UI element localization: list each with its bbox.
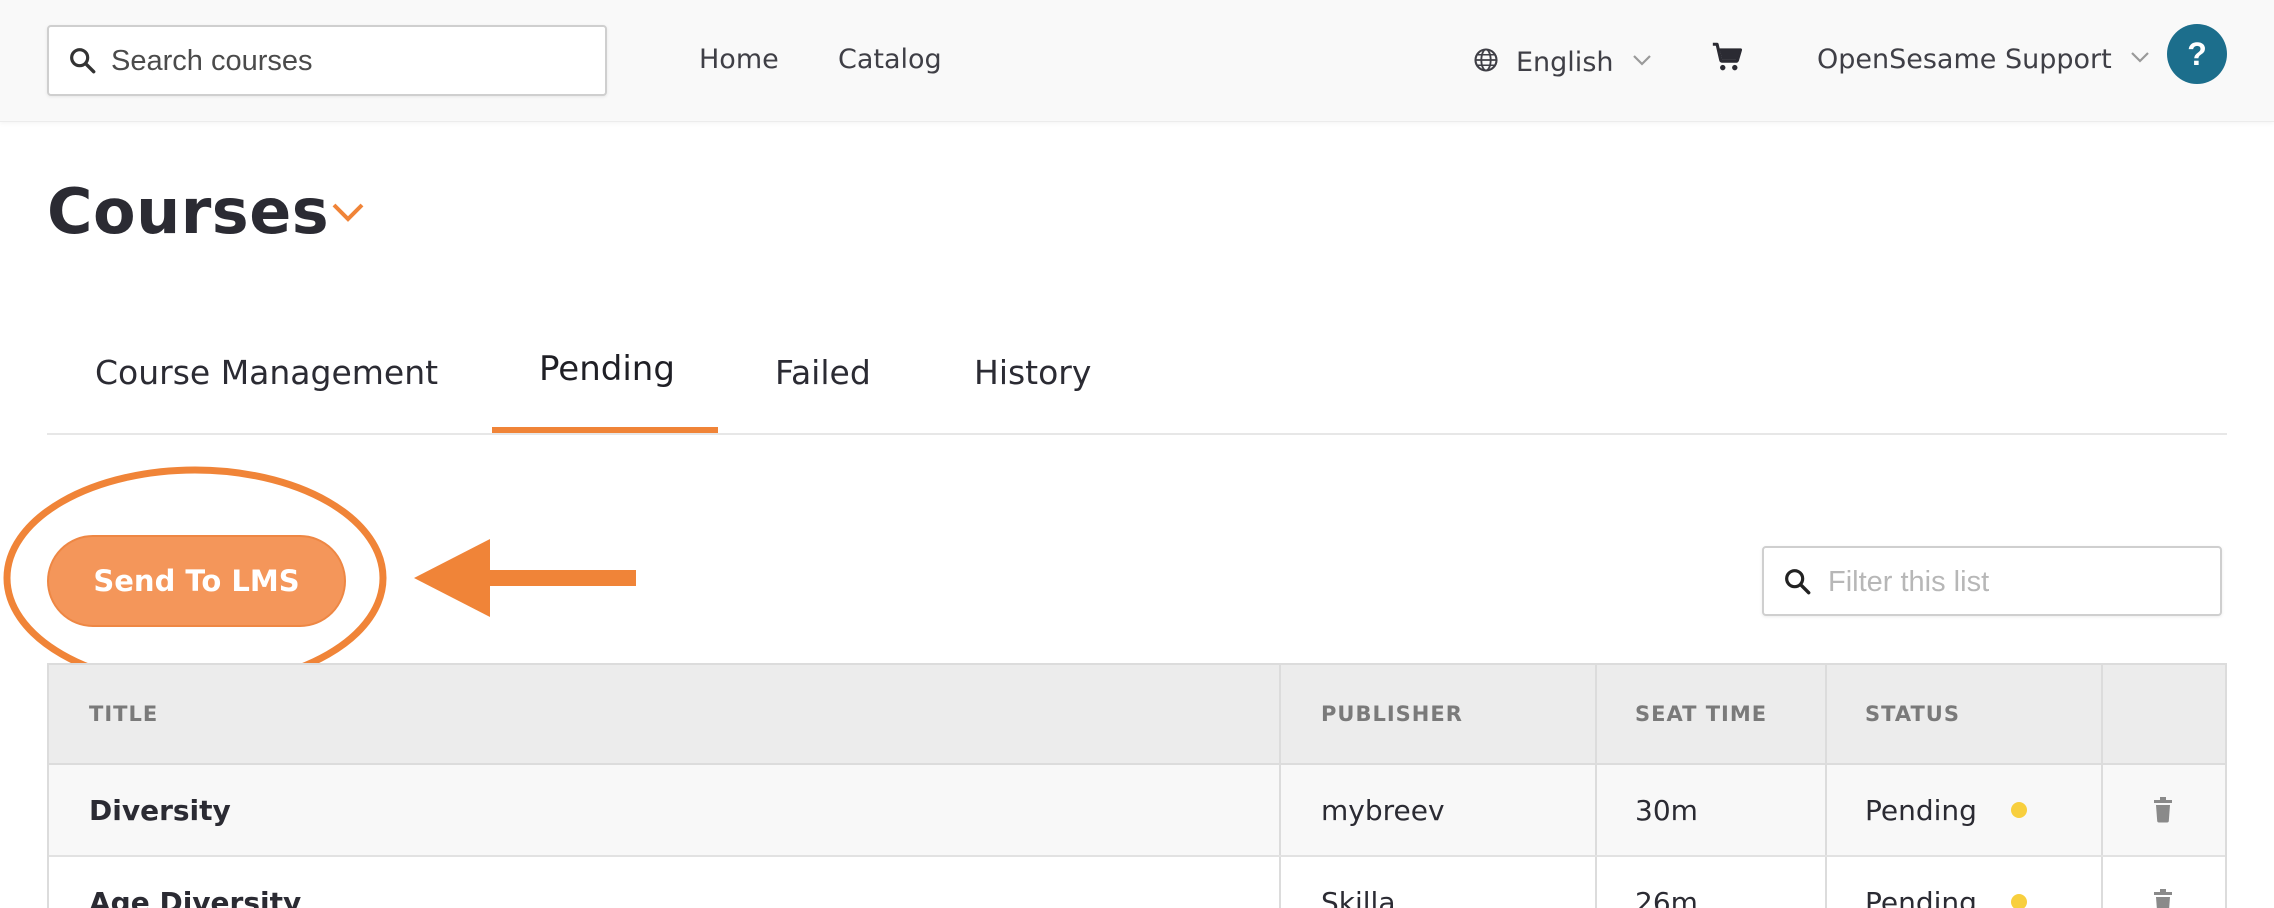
globe-icon: [1472, 46, 1500, 79]
course-search[interactable]: [47, 25, 607, 96]
chevron-down-icon[interactable]: [330, 200, 366, 229]
filter-list[interactable]: [1762, 546, 2222, 616]
user-menu-label: OpenSesame Support: [1817, 44, 2112, 75]
course-status: Pending: [1865, 857, 2027, 908]
cart-icon[interactable]: [1710, 40, 1744, 79]
courses-table: TITLE PUBLISHER SEAT TIME STATUS Diversi…: [47, 663, 2227, 908]
nav-home[interactable]: Home: [699, 44, 779, 75]
tab-bar: Course Management Pending Failed History: [47, 325, 2227, 435]
course-title[interactable]: Diversity: [89, 765, 231, 855]
column-divider: [2101, 765, 2103, 855]
course-seat-time: 26m: [1635, 885, 1698, 908]
column-divider: [1279, 765, 1281, 855]
search-icon: [67, 45, 99, 77]
column-divider: [1279, 857, 1281, 908]
search-icon: [1782, 566, 1814, 603]
tab-history[interactable]: History: [974, 353, 1091, 392]
course-publisher: mybreev: [1321, 793, 1445, 827]
language-selector[interactable]: English: [1472, 44, 1652, 80]
column-header-seat-time[interactable]: SEAT TIME: [1635, 665, 1767, 763]
filter-input[interactable]: [1828, 558, 2208, 606]
language-label: English: [1516, 46, 1614, 78]
column-divider: [2101, 665, 2103, 763]
tab-failed[interactable]: Failed: [775, 353, 871, 392]
nav-catalog[interactable]: Catalog: [838, 44, 942, 75]
column-divider: [1279, 665, 1281, 763]
active-tab-indicator: [492, 427, 718, 433]
tab-course-management[interactable]: Course Management: [95, 353, 438, 392]
column-header-publisher[interactable]: PUBLISHER: [1321, 665, 1463, 763]
table-row[interactable]: Diversity mybreev 30m Pending: [49, 765, 2225, 857]
chevron-down-icon: [1632, 53, 1652, 72]
trash-icon[interactable]: [2152, 857, 2174, 908]
status-label: Pending: [1865, 793, 1977, 827]
table-header: TITLE PUBLISHER SEAT TIME STATUS: [49, 665, 2225, 765]
trash-icon[interactable]: [2152, 765, 2174, 855]
user-menu[interactable]: OpenSesame Support: [1817, 44, 2150, 75]
status-label: Pending: [1865, 885, 1977, 908]
column-divider: [2101, 857, 2103, 908]
column-divider: [1825, 665, 1827, 763]
column-header-title[interactable]: TITLE: [89, 665, 158, 763]
column-divider: [1825, 857, 1827, 908]
page-title: Courses: [47, 175, 330, 248]
send-to-lms-button[interactable]: Send To LMS: [47, 535, 346, 627]
column-divider: [1595, 665, 1597, 763]
column-header-status[interactable]: STATUS: [1865, 665, 1960, 763]
top-bar: Home Catalog English OpenSesame Support …: [0, 0, 2274, 122]
status-dot: [2010, 894, 2027, 908]
annotation-arrow: [414, 539, 636, 617]
column-divider: [1825, 765, 1827, 855]
course-status: Pending: [1865, 765, 2027, 855]
status-dot: [2010, 802, 2027, 818]
column-divider: [1595, 765, 1597, 855]
course-publisher: Skilla: [1321, 885, 1396, 908]
table-row[interactable]: Age Diversity Skilla 26m Pending: [49, 857, 2225, 908]
chevron-down-icon: [2130, 50, 2150, 69]
tab-pending[interactable]: Pending: [539, 349, 675, 389]
column-divider: [1595, 857, 1597, 908]
search-input[interactable]: [111, 37, 591, 85]
course-title[interactable]: Age Diversity: [89, 857, 301, 908]
course-seat-time: 30m: [1635, 793, 1698, 827]
help-button[interactable]: ?: [2167, 24, 2227, 84]
